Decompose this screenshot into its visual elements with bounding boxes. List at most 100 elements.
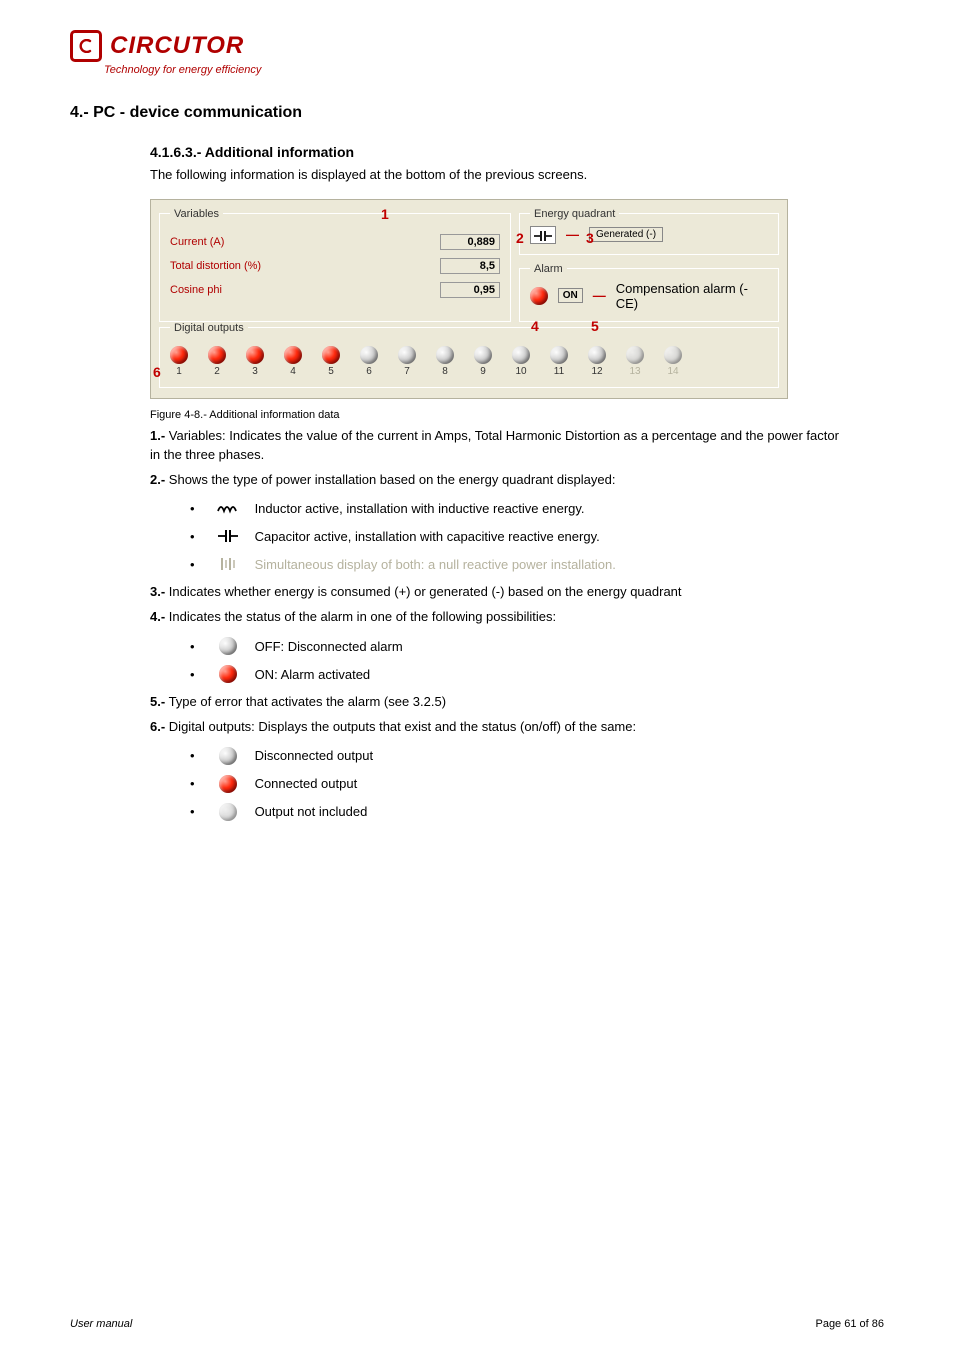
legend-item-text: OFF: Disconnected alarm <box>255 639 884 654</box>
figure-caption: Figure 4-8.- Additional information data <box>150 409 884 421</box>
legend-list-item: ON: Alarm activated <box>190 665 884 683</box>
legend-item-text: Inductor active, installation with induc… <box>255 501 884 516</box>
output-led-icon <box>322 346 340 364</box>
output-led-icon <box>170 346 188 364</box>
alarm-legend: Alarm <box>530 263 567 275</box>
output-led-icon <box>588 346 606 364</box>
alarm-state: ON <box>558 288 583 303</box>
output-number: 1 <box>176 366 182 377</box>
led-red-icon <box>215 665 241 683</box>
led-grey-icon <box>215 747 241 765</box>
variables-panel: Variables Current (A) 0,889 Total distorti… <box>159 208 511 322</box>
screenshot-panel: 1 2 3 4 5 6 Variables Current (A) 0,889 To… <box>150 199 788 399</box>
legend-1: 1.- Variables: Indicates the value of th… <box>150 427 850 465</box>
output-led-icon <box>284 346 302 364</box>
legend-1-text: Variables: Indicates the value of the cu… <box>150 428 839 462</box>
output-number: 9 <box>480 366 486 377</box>
footer-left: User manual <box>70 1318 132 1330</box>
section-title: 4.- PC - device communication <box>70 104 884 122</box>
legend-2-num: 2.- <box>150 472 165 487</box>
battery-icon <box>215 555 241 573</box>
output-number: 4 <box>290 366 296 377</box>
output-number: 13 <box>629 366 640 377</box>
variable-row: Current (A) 0,889 <box>170 234 500 250</box>
capacitor-icon <box>530 226 556 244</box>
output-led-icon <box>208 346 226 364</box>
variable-value: 8,5 <box>440 258 500 274</box>
output-number: 3 <box>252 366 258 377</box>
output-number: 6 <box>366 366 372 377</box>
legend-4-num: 4.- <box>150 609 165 624</box>
legend-4-list: OFF: Disconnected alarm ON: Alarm activat… <box>190 637 884 683</box>
alarm-tag: Compensation alarm (-CE) <box>616 281 768 311</box>
energy-quadrant-legend: Energy quadrant <box>530 208 619 220</box>
led-red-icon <box>215 775 241 793</box>
legend-item-text: Connected output <box>255 776 884 791</box>
energy-quadrant-panel: Energy quadrant — Generated (-) <box>519 208 779 255</box>
output-cell: 8 <box>436 346 454 377</box>
output-number: 11 <box>554 366 564 377</box>
legend-2: 2.- Shows the type of power installation… <box>150 471 850 490</box>
output-number: 7 <box>404 366 410 377</box>
output-cell: 9 <box>474 346 492 377</box>
output-led-icon <box>474 346 492 364</box>
quadrant-tag: Generated (-) <box>589 227 663 242</box>
output-number: 2 <box>214 366 220 377</box>
output-number: 5 <box>328 366 334 377</box>
legend-list-item: Simultaneous display of both: a null rea… <box>190 555 884 573</box>
output-cell: 10 <box>512 346 530 377</box>
legend-item-text: ON: Alarm activated <box>255 667 884 682</box>
legend-item-text: Capacitor active, installation with capa… <box>255 529 884 544</box>
led-grey-icon <box>215 637 241 655</box>
legend-4: 4.- Indicates the status of the alarm in… <box>150 608 850 627</box>
capacitor-icon <box>215 527 241 545</box>
output-led-icon <box>246 346 264 364</box>
brand-logo-icon <box>70 30 102 62</box>
intro-text: The following information is displayed a… <box>150 166 850 185</box>
output-cell: 4 <box>284 346 302 377</box>
legend-5-text: Type of error that activates the alarm (… <box>169 694 446 709</box>
legend-4-text: Indicates the status of the alarm in one… <box>169 609 556 624</box>
legend-item-text: Simultaneous display of both: a null rea… <box>255 557 884 572</box>
legend-3-text: Indicates whether energy is consumed (+)… <box>169 584 682 599</box>
output-cell: 1 <box>170 346 188 377</box>
variable-value: 0,95 <box>440 282 500 298</box>
legend-list-item: Disconnected output <box>190 747 884 765</box>
variable-label: Total distortion (%) <box>170 260 261 272</box>
output-cell: 3 <box>246 346 264 377</box>
legend-list-item: OFF: Disconnected alarm <box>190 637 884 655</box>
legend-1-num: 1.- <box>150 428 165 443</box>
legend-6-list: Disconnected output Connected output Outpu… <box>190 747 884 821</box>
output-led-icon <box>436 346 454 364</box>
output-cell: 6 <box>360 346 378 377</box>
output-led-icon <box>512 346 530 364</box>
legend-3-num: 3.- <box>150 584 165 599</box>
led-dim-icon <box>215 803 241 821</box>
variable-row: Total distortion (%) 8,5 <box>170 258 500 274</box>
legend-6-num: 6.- <box>150 719 165 734</box>
output-cell: 2 <box>208 346 226 377</box>
variable-label: Current (A) <box>170 236 224 248</box>
legend-item-text: Disconnected output <box>255 748 884 763</box>
variable-value: 0,889 <box>440 234 500 250</box>
output-number: 12 <box>591 366 602 377</box>
legend-3: 3.- Indicates whether energy is consumed… <box>150 583 850 602</box>
digital-outputs-panel: Digital outputs 1234567891011121314 <box>159 322 779 388</box>
legend-5-num: 5.- <box>150 694 165 709</box>
output-led-icon <box>626 346 644 364</box>
alarm-panel: Alarm ON — Compensation alarm (-CE) <box>519 263 779 322</box>
legend-list-item: Inductor active, installation with induc… <box>190 499 884 517</box>
variable-label: Cosine phi <box>170 284 222 296</box>
output-cell: 13 <box>626 346 644 377</box>
legend-6: 6.- Digital outputs: Displays the output… <box>150 718 850 737</box>
variables-legend: Variables <box>170 208 223 220</box>
legend-list-item: Output not included <box>190 803 884 821</box>
legend-5: 5.- Type of error that activates the ala… <box>150 693 850 712</box>
digital-outputs-legend: Digital outputs <box>170 322 248 334</box>
output-led-icon <box>398 346 416 364</box>
output-number: 14 <box>667 366 678 377</box>
output-number: 8 <box>442 366 448 377</box>
alarm-led-icon <box>530 287 548 305</box>
output-led-icon <box>360 346 378 364</box>
variable-row: Cosine phi 0,95 <box>170 282 500 298</box>
